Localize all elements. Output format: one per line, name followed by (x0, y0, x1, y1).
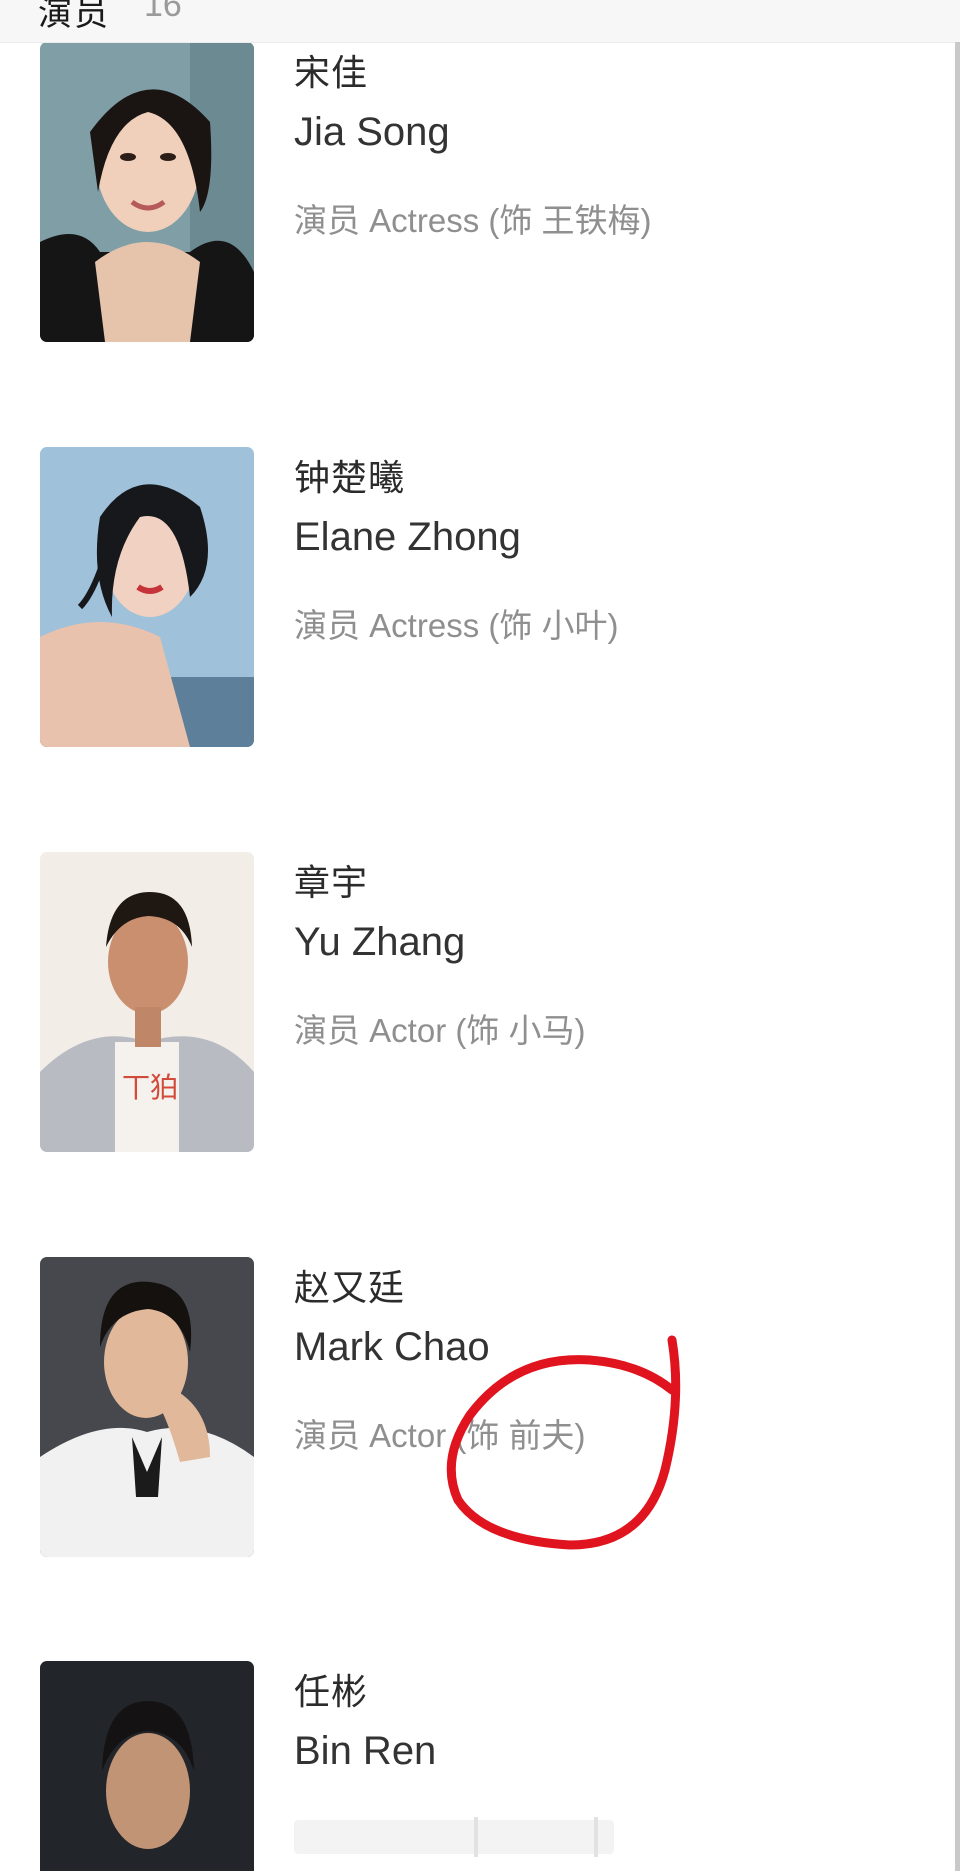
cast-item[interactable]: 宋佳 Jia Song 演员 Actress (饰 王铁梅) (0, 42, 955, 342)
cast-name-chinese: 钟楚曦 (294, 457, 406, 498)
cast-name-english: Elane Zhong (294, 515, 521, 559)
cast-name-chinese: 宋佳 (294, 52, 369, 93)
cast-photo[interactable] (40, 42, 254, 342)
scrollbar[interactable] (955, 42, 960, 1871)
cast-name-chinese: 任彬 (294, 1671, 369, 1712)
cast-name-english: Jia Song (294, 110, 450, 154)
svg-text:丅狛: 丅狛 (122, 1071, 178, 1104)
cast-role: 演员 Actor (饰 小马) (294, 1012, 586, 1049)
cast-name-english: Mark Chao (294, 1325, 490, 1369)
blurred-role-text (294, 1817, 614, 1857)
section-count: 16 (144, 0, 182, 24)
cast-name-english: Yu Zhang (294, 920, 466, 964)
cast-photo[interactable] (40, 1257, 254, 1557)
cast-role: 演员 Actor (饰 前夫) (294, 1417, 586, 1454)
cast-list: 宋佳 Jia Song 演员 Actress (饰 王铁梅) 钟楚曦 Elane… (0, 0, 955, 1871)
cast-role: 演员 Actress (饰 小叶) (294, 607, 619, 644)
cast-photo[interactable] (40, 447, 254, 747)
section-title: 演员 (38, 0, 110, 33)
cast-item[interactable]: 赵又廷 Mark Chao 演员 Actor (饰 前夫) (0, 1257, 955, 1557)
cast-item[interactable]: 钟楚曦 Elane Zhong 演员 Actress (饰 小叶) (0, 447, 955, 747)
cast-name-chinese: 赵又廷 (294, 1267, 406, 1308)
cast-name-chinese: 章宇 (294, 862, 369, 903)
section-header: 演员 16 (0, 0, 960, 43)
cast-name-english: Bin Ren (294, 1729, 437, 1773)
cast-photo[interactable] (40, 1661, 254, 1871)
cast-photo[interactable]: 丅狛 (40, 852, 254, 1152)
cast-role: 演员 Actress (饰 王铁梅) (294, 202, 652, 239)
cast-item[interactable]: 丅狛 章宇 Yu Zhang 演员 Actor (饰 小马) (0, 852, 955, 1152)
